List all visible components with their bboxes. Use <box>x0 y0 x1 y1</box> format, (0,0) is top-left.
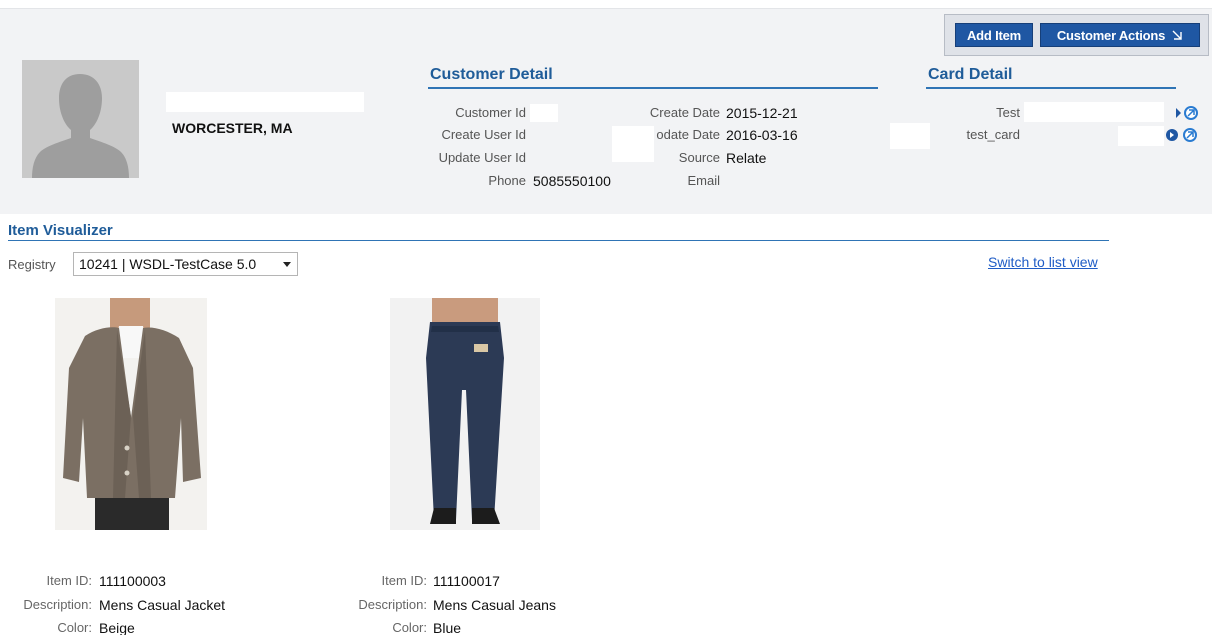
source-value: Relate <box>726 150 767 166</box>
item-image-jacket[interactable] <box>55 298 207 530</box>
email-label: Email <box>687 173 720 188</box>
jeans-photo-icon <box>390 298 540 530</box>
description-value: Mens Casual Jacket <box>99 597 226 613</box>
create-date-value: 2015-12-21 <box>726 105 798 121</box>
card-action-icons[interactable] <box>1164 127 1200 143</box>
arrow-down-right-icon <box>1172 30 1182 40</box>
update-user-id-label: Update User Id <box>438 150 526 165</box>
item-image-jeans[interactable] <box>390 298 540 530</box>
add-item-label: Add Item <box>966 27 1021 43</box>
card-action-icons[interactable] <box>1172 105 1200 121</box>
item-id-value: 111100017 <box>433 573 500 589</box>
item-id-value: 111100003 <box>99 573 166 589</box>
customer-actions-label: Customer Actions <box>1056 27 1166 43</box>
create-user-id-label: Create User Id <box>441 127 526 142</box>
phone-label: Phone <box>488 173 526 188</box>
customer-id-label: Customer Id <box>455 105 526 120</box>
card-name: Test <box>996 105 1020 120</box>
description-label: Description: <box>358 597 427 612</box>
customer-location: WORCESTER, MA <box>172 120 293 136</box>
customer-detail-title: Customer Detail <box>430 66 553 83</box>
action-toolbar: Add Item Customer Actions <box>944 14 1209 56</box>
caret-down-icon <box>283 262 291 267</box>
color-value: Blue <box>433 620 462 635</box>
color-label: Color: <box>392 620 427 635</box>
card-number-redacted <box>1118 126 1164 146</box>
card-detail-title: Card Detail <box>928 66 1013 83</box>
avatar <box>22 60 139 178</box>
person-silhouette-icon <box>22 60 139 178</box>
update-date-label: odate Date <box>656 127 720 142</box>
description-label: Description: <box>23 597 92 612</box>
card-name: test_card <box>966 127 1020 142</box>
color-value: Beige <box>99 620 135 635</box>
description-value: Mens Casual Jeans <box>433 597 556 613</box>
source-label: Source <box>678 150 720 165</box>
customer-name-redacted <box>166 92 364 112</box>
switch-to-list-view-link[interactable]: Switch to list view <box>988 254 1098 270</box>
item-id-label: Item ID: <box>46 573 92 588</box>
customer-detail-divider <box>428 87 878 89</box>
update-date-value: 2016-03-16 <box>726 127 798 143</box>
color-label: Color: <box>57 620 92 635</box>
customer-id-redacted <box>530 104 558 122</box>
registry-label: Registry <box>8 257 56 272</box>
item-visualizer-divider <box>8 240 1109 241</box>
registry-select[interactable]: 10241 | WSDL-TestCase 5.0 <box>73 252 298 276</box>
item-id-label: Item ID: <box>381 573 427 588</box>
card-number-redacted <box>1024 102 1164 122</box>
jacket-photo-icon <box>55 298 207 530</box>
create-date-label: Create Date <box>649 105 720 120</box>
item-visualizer-title: Item Visualizer <box>8 222 113 239</box>
card-detail-divider <box>926 87 1176 89</box>
registry-selected-value: 10241 | WSDL-TestCase 5.0 <box>79 256 257 272</box>
customer-actions-button[interactable]: Customer Actions <box>1040 23 1200 47</box>
add-item-button[interactable]: Add Item <box>955 23 1033 47</box>
